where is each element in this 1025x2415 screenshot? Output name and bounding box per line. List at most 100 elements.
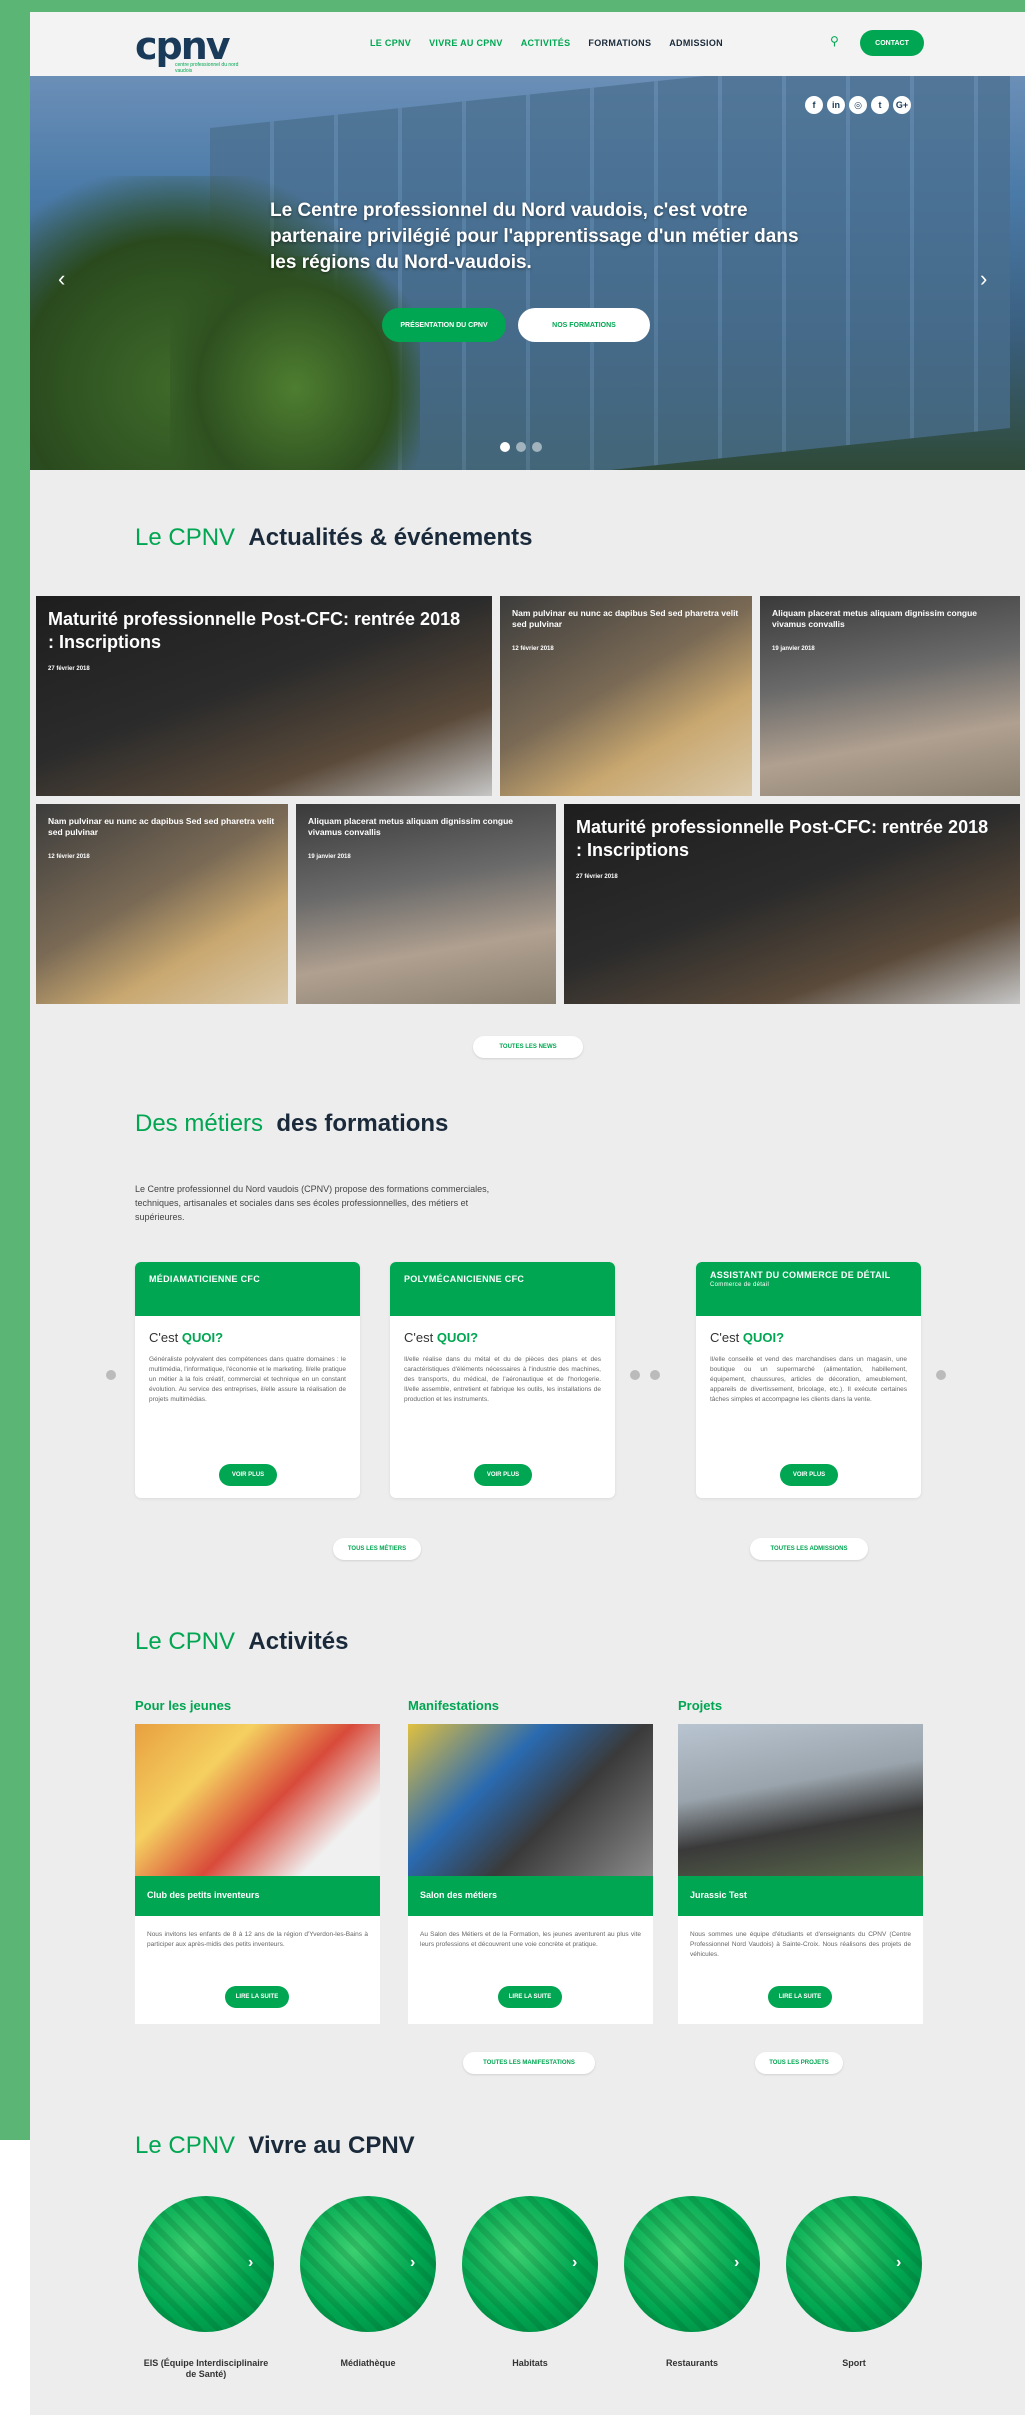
news-card-title: Maturité professionnelle Post-CFC: rentr…: [576, 817, 989, 860]
chevron-right-icon: ›: [734, 2254, 740, 2271]
formation-card-text: Il/elle conseille et vend des marchandis…: [710, 1356, 907, 1403]
vivre-label-restaurants[interactable]: Restaurants: [624, 2358, 760, 2369]
twitter-icon[interactable]: t: [871, 96, 889, 114]
news-card-4[interactable]: Nam pulvinar eu nunc ac dapibus Sed sed …: [36, 804, 288, 1004]
vivre-title-prefix: Le CPNV: [135, 2132, 236, 2159]
google-plus-icon[interactable]: G+: [893, 96, 911, 114]
hero-dot-1[interactable]: [500, 442, 510, 452]
all-projects-button[interactable]: TOUS LES PROJETS: [755, 2052, 843, 2074]
formation-card-text: Il/elle réalise dans du métal et du de p…: [404, 1356, 601, 1403]
linkedin-icon[interactable]: in: [827, 96, 845, 114]
activities-col-heading-1: Pour les jeunes: [135, 1698, 232, 1713]
circle-image: [462, 2196, 598, 2332]
formation-card-2: POLYMÉCANICIENNE CFC C'est QUOI? Il/elle…: [390, 1262, 615, 1498]
contact-button[interactable]: CONTACT: [860, 30, 924, 56]
news-card-title: Aliquam placerat metus aliquam dignissim…: [772, 608, 977, 629]
all-trades-button[interactable]: TOUS LES MÉTIERS: [333, 1538, 421, 1560]
all-manifestations-button[interactable]: TOUTES LES MANIFESTATIONS: [463, 2052, 595, 2074]
social-links: f in ◎ t G+: [805, 96, 911, 114]
formation-card-title: MÉDIAMATICIENNE CFC: [149, 1274, 261, 1284]
nav-admission[interactable]: ADMISSION: [669, 38, 723, 48]
news-card-2[interactable]: Nam pulvinar eu nunc ac dapibus Sed sed …: [500, 596, 752, 796]
formation-card-header: ASSISTANT DU COMMERCE DE DÉTAIL Commerce …: [696, 1262, 921, 1316]
nav-activites[interactable]: ACTIVITÉS: [521, 38, 571, 48]
formation-card-title: ASSISTANT DU COMMERCE DE DÉTAIL: [710, 1270, 891, 1280]
hero-next-arrow-icon[interactable]: ›: [980, 266, 987, 292]
hero-prev-arrow-icon[interactable]: ‹: [58, 266, 65, 292]
news-card-date: 19 janvier 2018: [772, 646, 815, 652]
formations-button[interactable]: NOS FORMATIONS: [518, 308, 650, 342]
news-card-6[interactable]: Maturité professionnelle Post-CFC: rentr…: [564, 804, 1020, 1004]
vivre-label-habitats[interactable]: Habitats: [462, 2358, 598, 2369]
nav-le-cpnv[interactable]: LE CPNV: [370, 38, 411, 48]
formation-card-title: POLYMÉCANICIENNE CFC: [404, 1274, 525, 1284]
news-card-title: Nam pulvinar eu nunc ac dapibus Sed sed …: [48, 816, 275, 837]
formation-card-question: C'est QUOI?: [390, 1316, 615, 1349]
vivre-label-eis[interactable]: EIS (Équipe Interdisciplinaire de Santé): [138, 2358, 274, 2380]
hero-dot-2[interactable]: [516, 442, 526, 452]
hero-trees-image-2: [170, 256, 420, 470]
carousel-dot-b[interactable]: [650, 1370, 660, 1380]
question-word: QUOI?: [181, 1330, 224, 1345]
formation-card-question: C'est QUOI?: [135, 1316, 360, 1349]
activity-title[interactable]: Salon des métiers: [408, 1876, 653, 1916]
formation-card-header: POLYMÉCANICIENNE CFC: [390, 1262, 615, 1316]
carousel-next-dot[interactable]: [936, 1370, 946, 1380]
news-card-title: Maturité professionnelle Post-CFC: rentr…: [48, 609, 461, 652]
search-icon[interactable]: ⚲: [830, 34, 844, 48]
presentation-button[interactable]: PRÉSENTATION DU CPNV: [382, 308, 506, 342]
vivre-circle-sport[interactable]: ›: [786, 2196, 922, 2332]
activity-title[interactable]: Jurassic Test: [678, 1876, 923, 1916]
news-card-date: 27 février 2018: [576, 874, 618, 880]
activity-image: [678, 1724, 923, 1876]
activities-title-prefix: Le CPNV: [135, 1628, 236, 1655]
chevron-right-icon: ›: [410, 2254, 416, 2271]
activity-image: [408, 1724, 653, 1876]
vivre-label-mediatheque[interactable]: Médiathèque: [300, 2358, 436, 2369]
news-card-5[interactable]: Aliquam placerat metus aliquam dignissim…: [296, 804, 556, 1004]
instagram-icon[interactable]: ◎: [849, 96, 867, 114]
carousel-dot-a[interactable]: [630, 1370, 640, 1380]
formation-card-3: ASSISTANT DU COMMERCE DE DÉTAIL Commerce …: [696, 1262, 921, 1498]
news-card-date: 12 février 2018: [512, 646, 554, 652]
all-admissions-button[interactable]: TOUTES LES ADMISSIONS: [750, 1538, 868, 1560]
news-title-prefix: Le CPNV: [135, 524, 236, 551]
site-logo[interactable]: cpnv centre professionnel du nord vaudoi…: [135, 24, 245, 74]
formations-title-main: des formations: [276, 1110, 449, 1137]
news-card-title: Nam pulvinar eu nunc ac dapibus Sed sed …: [512, 608, 739, 629]
formation-more-button[interactable]: VOIR PLUS: [219, 1464, 277, 1486]
hero-pagination: [500, 442, 542, 452]
news-card-date: 19 janvier 2018: [308, 854, 351, 860]
vivre-circle-habitats[interactable]: ›: [462, 2196, 598, 2332]
formation-card-1: MÉDIAMATICIENNE CFC C'est QUOI? Générali…: [135, 1262, 360, 1498]
activity-text: Nous sommes une équipe d'étudiants et d'…: [690, 1931, 911, 1958]
vivre-circle-restaurants[interactable]: ›: [624, 2196, 760, 2332]
formation-card-question: C'est QUOI?: [696, 1316, 921, 1349]
hero-dot-3[interactable]: [532, 442, 542, 452]
nav-vivre-au-cpnv[interactable]: VIVRE AU CPNV: [429, 38, 503, 48]
news-card-date: 12 février 2018: [48, 854, 90, 860]
vivre-circle-eis[interactable]: ›: [138, 2196, 274, 2332]
formation-more-button[interactable]: VOIR PLUS: [474, 1464, 532, 1486]
carousel-prev-dot[interactable]: [106, 1370, 116, 1380]
activity-read-more-button[interactable]: LIRE LA SUITE: [225, 1986, 289, 2008]
news-card-1[interactable]: Maturité professionnelle Post-CFC: rentr…: [36, 596, 492, 796]
activity-read-more-button[interactable]: LIRE LA SUITE: [768, 1986, 832, 2008]
nav-formations[interactable]: FORMATIONS: [588, 38, 651, 48]
logo-tagline: centre professionnel du nord vaudois: [175, 62, 239, 74]
vivre-circle-mediatheque[interactable]: ›: [300, 2196, 436, 2332]
facebook-icon[interactable]: f: [805, 96, 823, 114]
all-news-button[interactable]: TOUTES LES NEWS: [473, 1036, 583, 1058]
chevron-right-icon: ›: [896, 2254, 902, 2271]
news-section-title: Le CPNV Actualités & événements: [135, 524, 533, 552]
main-nav: LE CPNV VIVRE AU CPNV ACTIVITÉS FORMATIO…: [370, 38, 723, 48]
vivre-label-sport[interactable]: Sport: [786, 2358, 922, 2369]
activity-read-more-button[interactable]: LIRE LA SUITE: [498, 1986, 562, 2008]
activity-title[interactable]: Club des petits inventeurs: [135, 1876, 380, 1916]
activity-text: Au Salon des Métiers et de la Formation,…: [420, 1931, 641, 1948]
formations-title-prefix: Des métiers: [135, 1110, 264, 1137]
page: cpnv centre professionnel du nord vaudoi…: [30, 12, 1025, 2415]
activities-col-heading-2: Manifestations: [408, 1698, 500, 1713]
news-card-3[interactable]: Aliquam placerat metus aliquam dignissim…: [760, 596, 1020, 796]
formation-more-button[interactable]: VOIR PLUS: [780, 1464, 838, 1486]
